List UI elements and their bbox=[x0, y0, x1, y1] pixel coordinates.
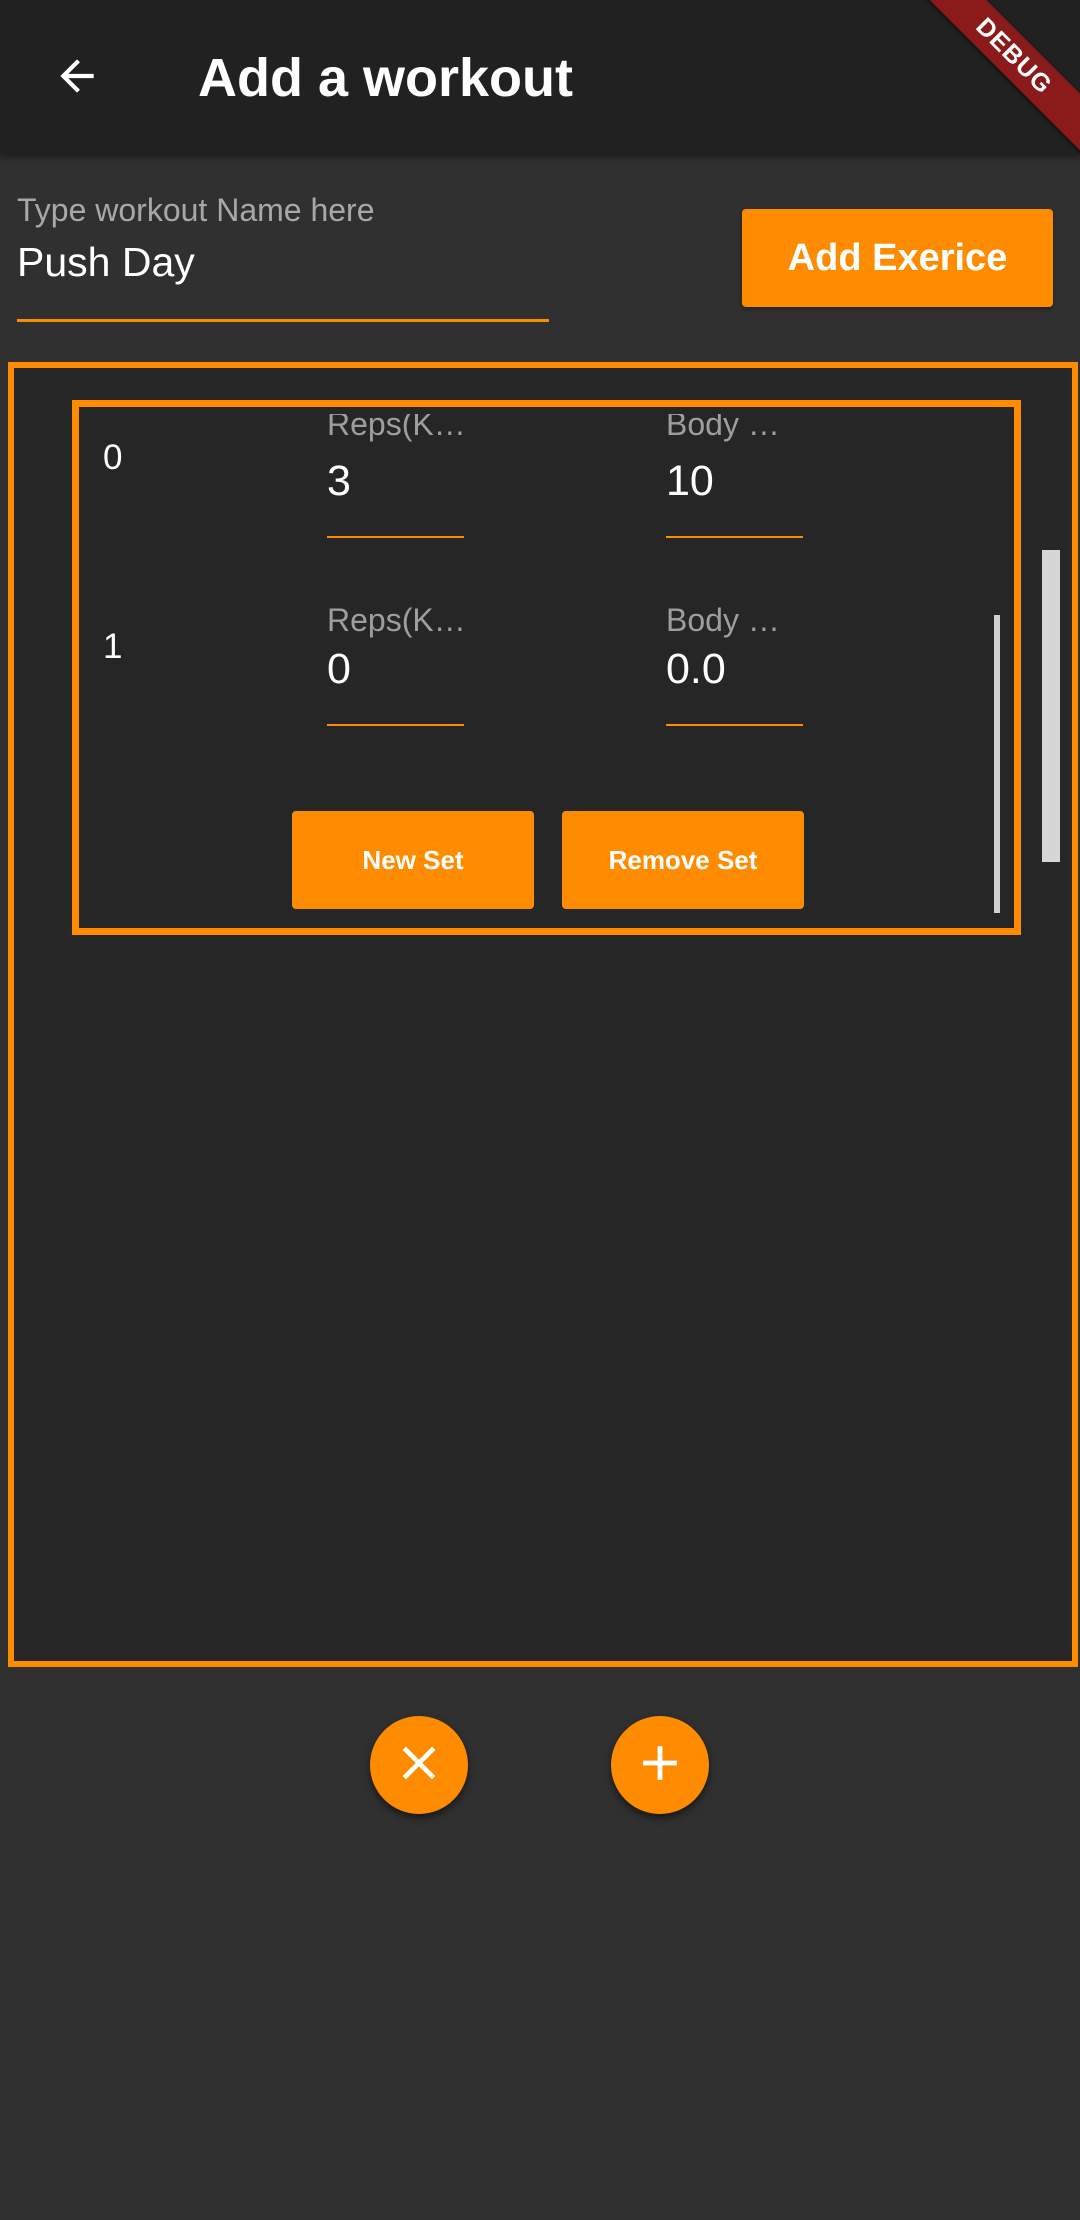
reps-underline bbox=[327, 724, 464, 726]
body-weight-value[interactable]: 10 bbox=[666, 457, 714, 506]
exercise-card-content[interactable]: 0 Reps(K… 3 Body … 10 1 Reps(K… 0 Body …… bbox=[86, 414, 1007, 921]
back-button[interactable] bbox=[36, 42, 118, 114]
add-fab[interactable] bbox=[611, 1716, 709, 1814]
body-weight-field[interactable]: Body … 0.0 bbox=[666, 602, 803, 732]
reps-underline bbox=[327, 536, 464, 538]
body-weight-label: Body … bbox=[666, 414, 780, 442]
close-icon bbox=[391, 1735, 447, 1796]
page-title: Add a workout bbox=[198, 48, 573, 108]
reps-field[interactable]: Reps(K… 0 bbox=[327, 602, 466, 732]
body-weight-label: Body … bbox=[666, 602, 780, 638]
list-scrollbar[interactable] bbox=[1042, 550, 1060, 862]
workout-name-value[interactable]: Push Day bbox=[17, 234, 195, 290]
reps-field[interactable]: Reps(K… 3 bbox=[327, 414, 466, 544]
add-exercise-button[interactable]: Add Exerice bbox=[742, 209, 1053, 307]
set-index: 1 bbox=[103, 627, 123, 666]
debug-banner: DEBUG bbox=[920, 0, 1080, 160]
workout-name-field[interactable]: Type workout Name here Push Day bbox=[17, 190, 549, 322]
reps-label: Reps(K… bbox=[327, 414, 466, 442]
workout-name-label: Type workout Name here bbox=[17, 192, 375, 228]
body-weight-underline bbox=[666, 536, 803, 538]
arrow-back-icon bbox=[52, 51, 102, 106]
plus-icon bbox=[631, 1734, 689, 1797]
body-weight-field[interactable]: Body … 10 bbox=[666, 414, 803, 544]
reps-value[interactable]: 0 bbox=[327, 645, 351, 694]
set-row: 1 Reps(K… 0 Body … 0.0 bbox=[86, 602, 1007, 790]
new-set-button[interactable]: New Set bbox=[292, 811, 534, 909]
card-scrollbar[interactable] bbox=[994, 615, 1000, 913]
set-row: 0 Reps(K… 3 Body … 10 bbox=[86, 414, 1007, 602]
remove-set-button[interactable]: Remove Set bbox=[562, 811, 804, 909]
exercise-list[interactable]: 0 Reps(K… 3 Body … 10 1 Reps(K… 0 Body …… bbox=[8, 362, 1078, 1667]
workout-name-underline bbox=[17, 319, 549, 322]
cancel-fab[interactable] bbox=[370, 1716, 468, 1814]
set-index: 0 bbox=[103, 438, 123, 477]
exercise-card: 0 Reps(K… 3 Body … 10 1 Reps(K… 0 Body …… bbox=[72, 400, 1021, 935]
reps-value[interactable]: 3 bbox=[327, 457, 351, 506]
body-weight-underline bbox=[666, 724, 803, 726]
body-weight-value[interactable]: 0.0 bbox=[666, 645, 726, 694]
reps-label: Reps(K… bbox=[327, 602, 466, 638]
app-bar: Add a workout DEBUG bbox=[0, 0, 1080, 160]
debug-label: DEBUG bbox=[920, 0, 1080, 160]
